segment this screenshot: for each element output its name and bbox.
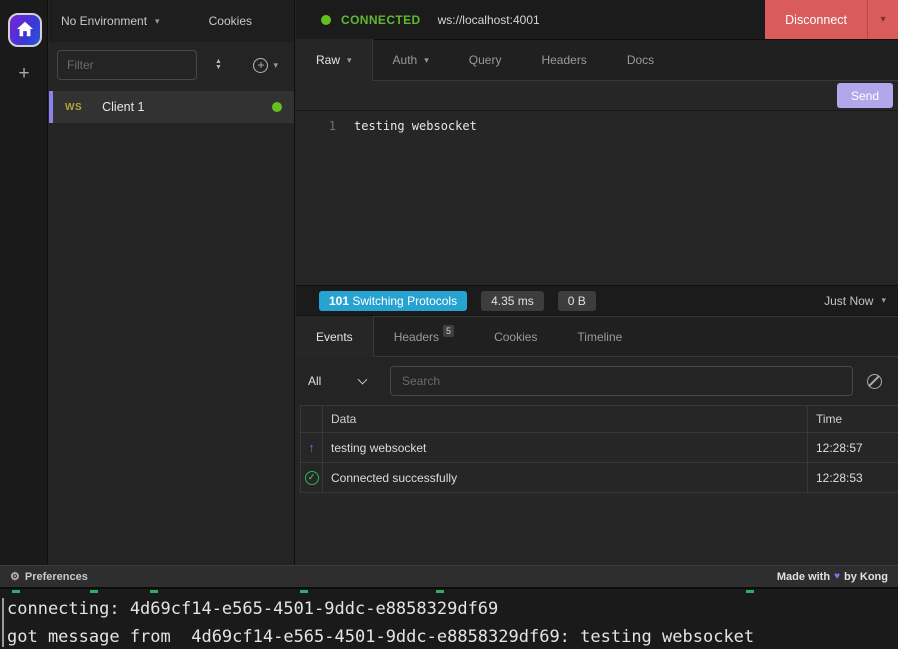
gear-icon: ⚙ [10, 570, 20, 583]
terminal-edge-line [2, 598, 4, 647]
duration-badge: 4.35 ms [481, 291, 544, 311]
disconnect-button-group: Disconnect ▾ [765, 0, 898, 39]
column-data: Data [323, 406, 808, 432]
chevron-down-icon: ▾ [424, 55, 429, 66]
tab-headers[interactable]: Headers [527, 40, 600, 80]
send-button[interactable]: Send [837, 83, 893, 108]
plus-icon: + [18, 63, 29, 85]
sidebar-header: No Environment ▾ Cookies [49, 0, 294, 42]
tab-events[interactable]: Events [296, 316, 374, 357]
events-table-header: Data Time [301, 406, 898, 433]
events-filter-row: All [296, 357, 898, 405]
chevron-down-icon: ▾ [881, 295, 886, 306]
kong-credit: Made with ♥ by Kong [777, 571, 888, 583]
table-row[interactable]: ↑ testing websocket 12:28:57 [301, 433, 898, 463]
tab-response-headers[interactable]: Headers 5 [380, 317, 468, 356]
tab-response-cookies[interactable]: Cookies [480, 317, 551, 356]
sort-icon[interactable]: ▲ ▼ [215, 59, 222, 71]
chevron-down-icon: ▾ [347, 55, 352, 66]
chevron-down-icon: ▾ [273, 60, 278, 71]
response-status-bar: 101 Switching Protocols 4.35 ms 0 B Just… [296, 286, 898, 316]
create-request-button[interactable]: + ▾ [253, 58, 278, 73]
disconnect-button[interactable]: Disconnect [765, 0, 867, 39]
connected-check-icon: ✓ [305, 471, 319, 485]
chevron-down-icon [358, 374, 368, 384]
request-tabs: Raw ▾ Auth ▾ Query Headers Docs [296, 40, 898, 81]
new-project-button[interactable]: + [0, 60, 48, 88]
client-connected-dot [272, 102, 282, 112]
main-pane: CONNECTED ws://localhost:4001 Disconnect… [296, 0, 898, 565]
tab-auth[interactable]: Auth ▾ [379, 40, 443, 80]
terminal-line: got message from 4d69cf14-e565-4501-9ddc… [7, 623, 754, 649]
home-icon [16, 21, 34, 40]
table-row[interactable]: ✓ Connected successfully 12:28:53 [301, 463, 898, 493]
request-name: Client 1 [102, 100, 144, 114]
tab-raw[interactable]: Raw ▾ [296, 39, 373, 81]
event-type-select[interactable]: All [308, 374, 380, 388]
left-rail: + [0, 0, 48, 565]
clipped-terminal-line [0, 590, 898, 594]
line-number: 1 [296, 119, 336, 285]
sort-down-icon: ▼ [215, 65, 222, 71]
chevron-down-icon: ▾ [155, 16, 160, 27]
response-tabs: Events Headers 5 Cookies Timeline [296, 316, 898, 357]
sidebar: No Environment ▾ Cookies ▲ ▼ + ▾ WS Clie… [49, 0, 295, 565]
url-bar: CONNECTED ws://localhost:4001 Disconnect… [296, 0, 898, 40]
tab-timeline[interactable]: Timeline [563, 317, 636, 356]
status-badge: 101 Switching Protocols [319, 291, 467, 311]
events-table: Data Time ↑ testing websocket 12:28:57 ✓… [300, 405, 898, 493]
heart-icon: ♥ [834, 571, 840, 582]
environment-label: No Environment [61, 14, 147, 28]
preferences-button[interactable]: ⚙ Preferences [10, 570, 88, 583]
terminal[interactable]: connecting: 4d69cf14-e565-4501-9ddc-e885… [0, 587, 898, 649]
app-status-bar: ⚙ Preferences Made with ♥ by Kong [0, 565, 898, 587]
websocket-url[interactable]: ws://localhost:4001 [438, 13, 540, 27]
editor-content[interactable]: testing websocket [354, 119, 477, 285]
event-data: testing websocket [323, 433, 808, 462]
event-time: 12:28:53 [808, 463, 898, 492]
response-history-dropdown[interactable]: Just Now ▾ [824, 294, 886, 308]
plus-circle-icon: + [253, 58, 268, 73]
terminal-line: connecting: 4d69cf14-e565-4501-9ddc-e885… [7, 595, 754, 623]
environment-selector[interactable]: No Environment ▾ [61, 14, 160, 28]
event-data: Connected successfully [323, 463, 808, 492]
chevron-down-icon: ▾ [880, 14, 885, 25]
connection-status-label: CONNECTED [341, 13, 421, 27]
sidebar-item-client1[interactable]: WS Client 1 [49, 91, 294, 123]
sidebar-filter-row: ▲ ▼ + ▾ [49, 42, 294, 80]
message-editor[interactable]: 1 testing websocket [296, 111, 898, 286]
app-window: + No Environment ▾ Cookies ▲ ▼ + ▾ WS Cl… [0, 0, 898, 649]
home-button[interactable] [8, 13, 42, 47]
sent-arrow-up-icon: ↑ [308, 440, 315, 455]
cookies-button[interactable]: Cookies [209, 14, 252, 28]
tab-docs[interactable]: Docs [613, 40, 668, 80]
clear-events-icon[interactable] [867, 374, 882, 389]
sidebar-filter-input[interactable] [57, 50, 197, 80]
size-badge: 0 B [558, 291, 596, 311]
event-time: 12:28:57 [808, 433, 898, 462]
tab-query[interactable]: Query [455, 40, 516, 80]
events-search-input[interactable] [390, 366, 853, 396]
column-time: Time [808, 406, 898, 432]
headers-count-badge: 5 [443, 325, 454, 337]
disconnect-options-button[interactable]: ▾ [867, 0, 898, 39]
connection-status-dot [321, 15, 331, 25]
send-row: Send [296, 81, 898, 111]
ws-method-badge: WS [65, 102, 82, 113]
